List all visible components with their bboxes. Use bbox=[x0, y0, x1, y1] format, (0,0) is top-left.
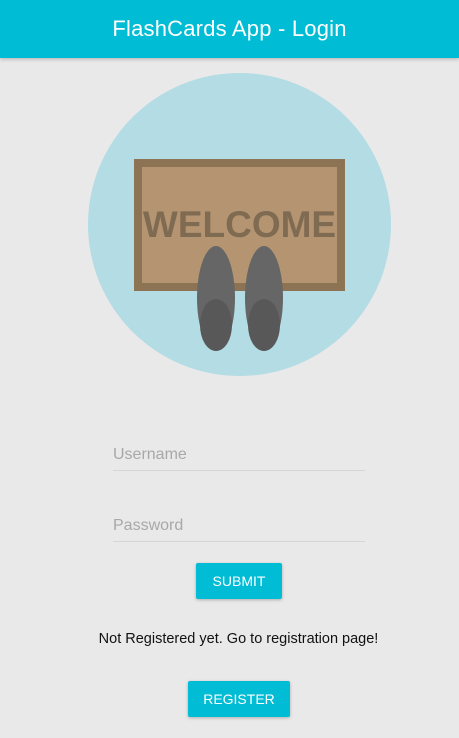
page-title: FlashCards App - Login bbox=[112, 16, 347, 41]
register-button[interactable]: REGISTER bbox=[188, 681, 290, 717]
welcome-mat-icon: WELCOME bbox=[88, 73, 391, 376]
app-bar: FlashCards App - Login bbox=[0, 0, 459, 58]
registration-prompt: Not Registered yet. Go to registration p… bbox=[98, 631, 379, 647]
submit-button[interactable]: SUBMIT bbox=[196, 563, 282, 599]
password-field-wrapper bbox=[113, 511, 365, 542]
username-field-wrapper bbox=[113, 440, 365, 471]
username-input[interactable] bbox=[113, 440, 365, 470]
password-input[interactable] bbox=[113, 511, 365, 541]
mat-text: WELCOME bbox=[143, 204, 336, 245]
welcome-mat-illustration: WELCOME bbox=[88, 73, 391, 376]
